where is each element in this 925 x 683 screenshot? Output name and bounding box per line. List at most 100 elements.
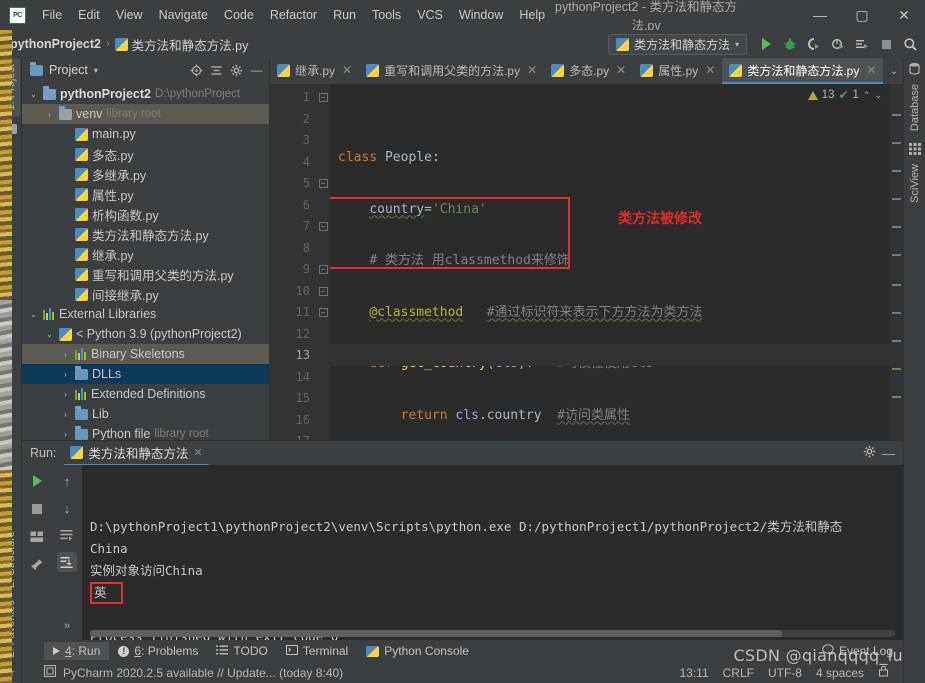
tree-item[interactable]: 重写和调用父类的方法.py bbox=[22, 264, 269, 284]
chevron-right-icon[interactable]: › bbox=[60, 350, 71, 359]
chevron-down-icon[interactable]: ⌄ bbox=[28, 310, 39, 319]
indent-setting[interactable]: 4 spaces bbox=[816, 666, 864, 680]
chevron-right-icon[interactable]: › bbox=[60, 430, 71, 439]
tool-window-todo[interactable]: TODO bbox=[207, 642, 276, 660]
fold-marker-5[interactable]: − bbox=[319, 179, 328, 188]
pin-icon[interactable] bbox=[27, 555, 47, 575]
editor-tab[interactable]: 多态.py✕ bbox=[544, 58, 633, 84]
menu-vcs[interactable]: VCS bbox=[409, 5, 451, 25]
tool-window-run[interactable]: 4: Run bbox=[44, 642, 109, 660]
editor-tab[interactable]: 重写和调用父类的方法.py✕ bbox=[359, 58, 544, 84]
debug-icon[interactable] bbox=[779, 33, 801, 55]
tree-item[interactable]: ⌄External Libraries bbox=[22, 304, 269, 324]
tree-item[interactable]: 继承.py bbox=[22, 244, 269, 264]
chevron-down-icon[interactable]: ▾ bbox=[94, 66, 98, 75]
chevron-right-icon[interactable]: › bbox=[60, 390, 71, 399]
event-log-button[interactable]: Event Log bbox=[822, 644, 903, 658]
menu-refactor[interactable]: Refactor bbox=[262, 5, 325, 25]
close-icon[interactable]: ✕ bbox=[705, 63, 715, 77]
stop-icon[interactable] bbox=[27, 499, 47, 519]
fold-marker-9[interactable]: − bbox=[319, 265, 328, 274]
menu-edit[interactable]: Edit bbox=[70, 5, 108, 25]
search-icon[interactable] bbox=[899, 33, 921, 55]
breadcrumb-file[interactable]: 类方法和静态方法.py bbox=[115, 35, 249, 54]
layout-icon[interactable] bbox=[27, 527, 47, 547]
tool-window-python-console[interactable]: Python Console bbox=[357, 642, 478, 660]
fold-marker-1[interactable]: − bbox=[319, 93, 328, 102]
scroll-to-end-icon[interactable] bbox=[57, 552, 77, 572]
run-session-tab[interactable]: 类方法和静态方法 ✕ bbox=[64, 441, 208, 466]
caret-position[interactable]: 13:11 bbox=[679, 666, 708, 680]
minimize-icon[interactable]: — bbox=[882, 446, 895, 461]
minimize-button[interactable]: — bbox=[799, 0, 841, 30]
fold-marker-11[interactable]: − bbox=[319, 308, 328, 317]
tree-item[interactable]: 多继承.py bbox=[22, 164, 269, 184]
run-with-console-icon[interactable] bbox=[851, 33, 873, 55]
menu-window[interactable]: Window bbox=[451, 5, 511, 25]
editor-tabs[interactable]: 继承.py✕重写和调用父类的方法.py✕多态.py✕属性.py✕类方法和静态方法… bbox=[270, 58, 903, 84]
lock-icon[interactable] bbox=[878, 665, 889, 680]
tree-item[interactable]: 多态.py bbox=[22, 144, 269, 164]
editor-scrollbar[interactable] bbox=[890, 84, 903, 440]
maximize-button[interactable]: ▢ bbox=[841, 0, 883, 30]
stop-icon[interactable] bbox=[875, 33, 897, 55]
soft-wrap-icon[interactable] bbox=[57, 525, 77, 545]
close-icon[interactable]: ✕ bbox=[616, 63, 626, 77]
sidebar-tab-sciview[interactable]: SciView bbox=[906, 158, 924, 209]
editor-tab[interactable]: 属性.py✕ bbox=[633, 58, 722, 84]
collapse-all-icon[interactable] bbox=[208, 62, 225, 79]
close-icon[interactable]: ✕ bbox=[527, 63, 537, 77]
tree-item[interactable]: 析构函数.py bbox=[22, 204, 269, 224]
console-output[interactable]: D:\pythonProject1\pythonProject2\venv\Sc… bbox=[82, 465, 903, 640]
fold-marker-7[interactable]: − bbox=[319, 222, 328, 231]
code-folding-gutter[interactable]: − − − − − − bbox=[316, 84, 330, 440]
tree-item[interactable]: ⌄pythonProject2D:\pythonProject bbox=[22, 84, 269, 104]
down-icon[interactable]: ↓ bbox=[57, 498, 77, 518]
update-icon[interactable] bbox=[44, 665, 56, 680]
breadcrumb-project[interactable]: pythonProject2 bbox=[10, 37, 101, 51]
prev-problem-icon[interactable]: ⌃ bbox=[863, 90, 871, 101]
tool-window-problems[interactable]: ! 6: Problems bbox=[109, 642, 207, 660]
run-icon[interactable] bbox=[755, 33, 777, 55]
project-tree[interactable]: ⌄pythonProject2D:\pythonProject›venvlibr… bbox=[22, 82, 269, 440]
next-problem-icon[interactable]: ⌄ bbox=[874, 90, 882, 101]
chevron-right-icon[interactable]: › bbox=[60, 410, 71, 419]
tree-item[interactable]: ⌄< Python 3.9 (pythonProject2) bbox=[22, 324, 269, 344]
chevron-right-icon[interactable]: › bbox=[44, 110, 55, 119]
gear-icon[interactable] bbox=[863, 445, 876, 461]
profile-icon[interactable] bbox=[827, 33, 849, 55]
hide-panel-icon[interactable]: — bbox=[248, 62, 265, 79]
chevron-down-icon[interactable]: ⌄ bbox=[28, 90, 39, 99]
chevron-down-icon[interactable]: ⌄ bbox=[44, 330, 55, 339]
tree-item[interactable]: ›DLLs bbox=[22, 364, 269, 384]
close-button[interactable]: ✕ bbox=[883, 0, 925, 30]
tree-item[interactable]: 属性.py bbox=[22, 184, 269, 204]
fold-marker-10[interactable]: − bbox=[319, 287, 328, 296]
editor-tab[interactable]: 继承.py✕ bbox=[270, 58, 359, 84]
console-horizontal-scrollbar[interactable] bbox=[90, 630, 895, 637]
close-icon[interactable]: ✕ bbox=[342, 63, 352, 77]
close-icon[interactable]: ✕ bbox=[193, 446, 202, 459]
chevron-right-icon[interactable]: › bbox=[60, 370, 71, 379]
menu-help[interactable]: Help bbox=[511, 5, 553, 25]
rerun-icon[interactable] bbox=[27, 471, 47, 491]
file-encoding[interactable]: UTF-8 bbox=[768, 666, 802, 680]
settings-gear-icon[interactable] bbox=[228, 62, 245, 79]
close-icon[interactable]: ✕ bbox=[866, 63, 876, 77]
tree-item[interactable]: main.py bbox=[22, 124, 269, 144]
code-editor[interactable]: 1234567891011121314151617 − − − − − − bbox=[270, 84, 903, 440]
code-content[interactable]: class People: country='China' # 类方法 用cla… bbox=[330, 84, 903, 440]
tree-item[interactable]: ›Lib bbox=[22, 404, 269, 424]
menu-bar[interactable]: File Edit View Navigate Code Refactor Ru… bbox=[34, 5, 553, 25]
tree-item[interactable]: ›Extended Definitions bbox=[22, 384, 269, 404]
tree-item[interactable]: 类方法和静态方法.py bbox=[22, 224, 269, 244]
sidebar-tab-database[interactable]: Database bbox=[906, 78, 924, 137]
tree-item[interactable]: ›Python filelibrary root bbox=[22, 424, 269, 440]
tree-item[interactable]: ›Binary Skeletons bbox=[22, 344, 269, 364]
menu-file[interactable]: File bbox=[34, 5, 70, 25]
line-separator[interactable]: CRLF bbox=[723, 666, 754, 680]
menu-navigate[interactable]: Navigate bbox=[151, 5, 216, 25]
menu-view[interactable]: View bbox=[108, 5, 151, 25]
expand-icon[interactable]: » bbox=[57, 616, 77, 636]
editor-tabs-overflow[interactable]: ⌄ bbox=[885, 58, 903, 84]
